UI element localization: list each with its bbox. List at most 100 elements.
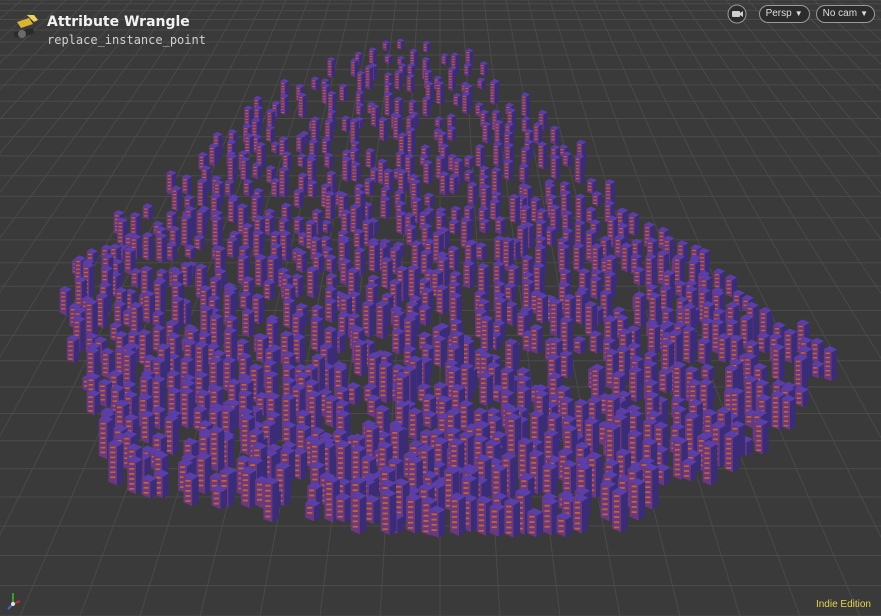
building-instance <box>326 272 338 289</box>
building-instance <box>181 214 192 248</box>
building-instance <box>130 211 141 238</box>
node-type-title: Attribute Wrangle <box>47 14 190 30</box>
building-instance <box>209 425 225 473</box>
building-instance <box>407 264 420 300</box>
building-instance <box>475 242 487 261</box>
building-instance <box>336 439 352 485</box>
building-instance <box>342 156 352 183</box>
building-instance <box>633 266 645 286</box>
building-instance <box>754 418 769 455</box>
building-instance <box>549 298 563 337</box>
building-instance <box>823 345 838 382</box>
building-instance <box>621 242 633 273</box>
building-instance <box>658 368 673 394</box>
building-instance <box>370 104 380 128</box>
3d-viewport[interactable] <box>0 0 881 616</box>
building-instance <box>376 300 389 340</box>
camera-label: No cam <box>822 8 858 19</box>
building-instance <box>368 47 377 65</box>
building-instance <box>227 153 238 182</box>
building-instance <box>365 64 374 90</box>
building-instance <box>811 360 825 379</box>
building-instance <box>194 234 205 251</box>
building-instance <box>434 116 444 129</box>
node-name: replace_instance_point <box>47 33 206 47</box>
projection-dropdown[interactable]: Persp ▼ <box>758 5 810 23</box>
building-instance <box>572 493 589 534</box>
building-instance <box>682 325 696 364</box>
building-instance <box>295 249 308 274</box>
building-instance <box>672 361 687 404</box>
building-instance <box>239 290 252 311</box>
building-instance <box>353 228 365 250</box>
building-instance <box>355 102 365 116</box>
building-instance <box>550 125 560 145</box>
wrangle-node-icon <box>13 15 38 38</box>
building-instance <box>293 188 304 209</box>
building-instance <box>645 253 657 289</box>
building-instance <box>475 143 485 169</box>
building-instance <box>141 474 157 499</box>
building-instance <box>757 332 771 354</box>
building-instance <box>242 308 255 338</box>
building-instance <box>573 335 587 355</box>
building-instance <box>327 56 336 79</box>
building-instance <box>480 315 494 351</box>
building-instance <box>365 147 376 169</box>
building-instance <box>155 232 167 263</box>
building-instance <box>562 151 572 168</box>
building-instance <box>226 236 238 259</box>
building-instance <box>244 133 254 155</box>
building-instance <box>643 463 659 510</box>
building-instance <box>243 178 254 197</box>
building-instance <box>633 291 646 328</box>
building-instance <box>196 452 212 495</box>
building-instance <box>463 62 472 77</box>
building-instance <box>573 242 585 273</box>
building-instance <box>395 150 406 169</box>
building-instance <box>521 92 530 118</box>
building-instance <box>142 231 154 261</box>
building-instance <box>724 430 740 473</box>
building-instance <box>447 66 457 92</box>
building-instance <box>542 462 558 497</box>
building-instance <box>453 92 462 107</box>
building-instance <box>196 208 208 236</box>
building-instance <box>353 339 367 377</box>
building-instance <box>98 378 113 408</box>
building-instance <box>509 193 520 224</box>
building-instance <box>211 484 228 510</box>
building-instance <box>240 466 257 509</box>
building-instance <box>464 154 474 169</box>
building-instance <box>307 179 318 199</box>
building-instance <box>449 218 460 235</box>
building-instance <box>562 459 578 494</box>
building-instance <box>441 52 449 66</box>
building-instance <box>505 300 518 326</box>
building-instance <box>422 40 431 53</box>
building-instance <box>477 77 486 90</box>
building-instance <box>629 477 646 521</box>
building-instance <box>153 278 166 315</box>
building-instance <box>297 153 307 168</box>
building-instance <box>183 472 199 507</box>
building-instance <box>311 76 320 91</box>
building-instance <box>384 91 393 117</box>
building-instance <box>282 421 297 445</box>
building-instance <box>85 298 98 337</box>
camera-dropdown[interactable]: No cam ▼ <box>815 5 875 23</box>
camera-lock-icon[interactable] <box>727 4 747 24</box>
building-instance <box>504 497 521 538</box>
building-instance <box>479 218 490 234</box>
building-instance <box>380 196 391 220</box>
building-instance <box>449 492 466 536</box>
viewport-camera-controls: Persp ▼ No cam ▼ <box>727 4 875 24</box>
building-instance <box>464 169 475 183</box>
building-instance <box>266 108 276 129</box>
building-instance <box>351 161 361 183</box>
building-instance <box>423 159 433 185</box>
building-instance <box>181 174 192 195</box>
building-instance <box>495 215 506 235</box>
building-instance <box>503 158 514 181</box>
building-instance <box>335 492 352 523</box>
